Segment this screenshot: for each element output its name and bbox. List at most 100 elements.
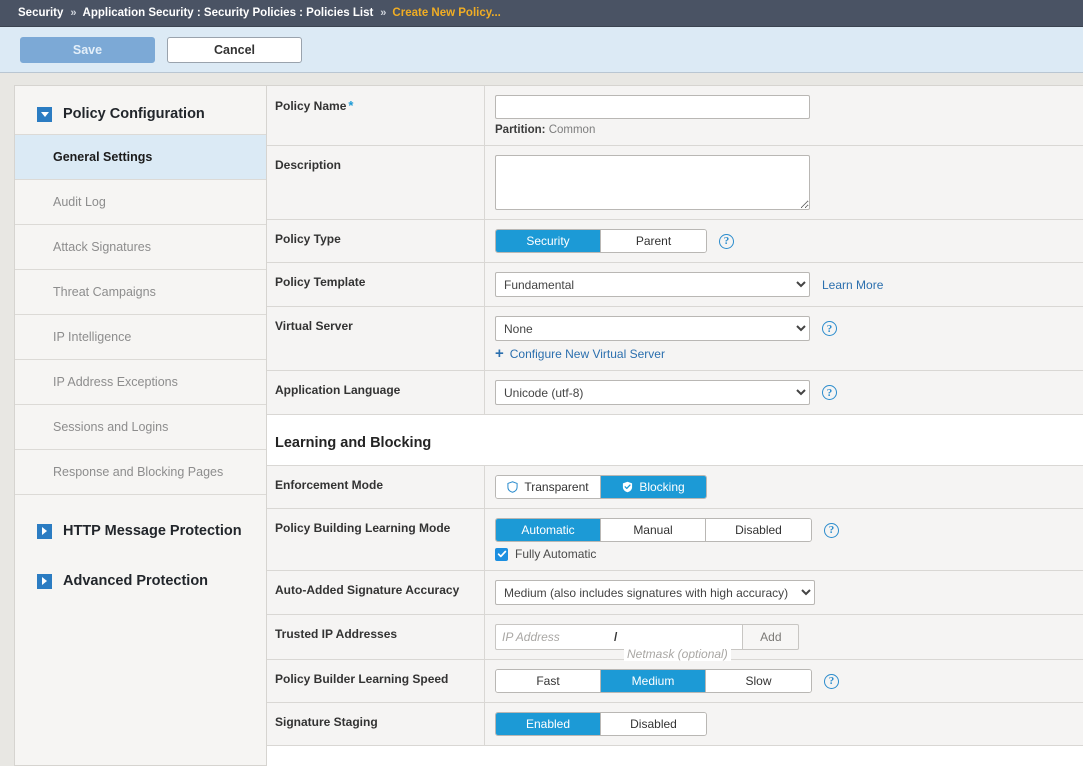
breadcrumb-item-policies-list[interactable]: Application Security : Security Policies… [83, 7, 374, 19]
netmask-input[interactable] [617, 625, 742, 649]
check-icon [497, 549, 507, 559]
sidebar-section-http-message-protection[interactable]: HTTP Message Protection [15, 517, 266, 545]
required-asterisk-icon: * [348, 98, 353, 113]
sidebar-section-policy-configuration[interactable]: Policy Configuration [15, 100, 266, 128]
help-icon[interactable]: ? [822, 321, 837, 336]
ip-fields-box: / Netmask (optional) [495, 624, 743, 650]
policy-type-option-security[interactable]: Security [496, 230, 601, 252]
fully-automatic-checkbox-row[interactable]: Fully Automatic [495, 547, 1083, 561]
signature-staging-label: Signature Staging [267, 703, 485, 745]
configure-new-virtual-server-link[interactable]: + Configure New Virtual Server [495, 346, 1083, 361]
virtual-server-field-cell: None ? + Configure New Virtual Server [485, 307, 1083, 370]
policy-template-select[interactable]: Fundamental [495, 272, 810, 297]
sidebar-item-threat-campaigns[interactable]: Threat Campaigns [15, 270, 266, 315]
label-text: Policy Name [275, 99, 346, 113]
help-icon[interactable]: ? [822, 385, 837, 400]
sidebar-section-label: Advanced Protection [63, 573, 208, 589]
sidebar-item-label: Audit Log [53, 195, 106, 209]
help-icon[interactable]: ? [719, 234, 734, 249]
partition-text: Partition: Common [495, 124, 1083, 136]
fully-automatic-checkbox[interactable] [495, 548, 508, 561]
policy-name-input[interactable] [495, 95, 810, 119]
form-row-auto-added-signature-accuracy: Auto-Added Signature Accuracy Medium (al… [267, 571, 1083, 615]
shield-outline-icon [507, 481, 518, 493]
help-icon[interactable]: ? [824, 523, 839, 538]
ip-address-input[interactable] [496, 625, 614, 649]
learn-more-link[interactable]: Learn More [822, 278, 883, 292]
learning-and-blocking-header: Learning and Blocking [267, 415, 1083, 466]
enforcement-mode-toggle: Transparent Blocking [495, 475, 707, 499]
breadcrumb-item-security[interactable]: Security [18, 7, 63, 19]
form-row-enforcement-mode: Enforcement Mode Transparent B [267, 466, 1083, 509]
policy-name-label: Policy Name* [267, 86, 485, 145]
form-row-trusted-ip-addresses: Trusted IP Addresses / Netmask (optional… [267, 615, 1083, 660]
sidebar-item-attack-signatures[interactable]: Attack Signatures [15, 225, 266, 270]
application-language-select[interactable]: Unicode (utf-8) [495, 380, 810, 405]
form-row-description: Description [267, 146, 1083, 220]
description-textarea[interactable] [495, 155, 810, 210]
breadcrumb-separator-icon: » [70, 7, 75, 19]
learning-mode-option-disabled[interactable]: Disabled [706, 519, 811, 541]
breadcrumb-item-create-new-policy: Create New Policy... [392, 7, 500, 19]
sidebar-section-label: HTTP Message Protection [63, 523, 242, 539]
enforcement-mode-option-transparent[interactable]: Transparent [496, 476, 601, 498]
general-settings-form: Policy Name* Partition: Common Descripti… [266, 85, 1083, 766]
cancel-button[interactable]: Cancel [167, 37, 302, 63]
policy-type-option-parent[interactable]: Parent [601, 230, 706, 252]
form-row-application-language: Application Language Unicode (utf-8) ? [267, 371, 1083, 415]
sidebar-item-ip-address-exceptions[interactable]: IP Address Exceptions [15, 360, 266, 405]
learning-speed-option-medium[interactable]: Medium [601, 670, 706, 692]
save-button[interactable]: Save [20, 37, 155, 63]
sidebar-section-advanced-protection[interactable]: Advanced Protection [15, 567, 266, 595]
signature-staging-field-cell: Enabled Disabled [485, 703, 1083, 745]
shield-check-icon [622, 481, 633, 493]
sidebar-item-label: Response and Blocking Pages [53, 465, 223, 479]
auto-added-signature-accuracy-select[interactable]: Medium (also includes signatures with hi… [495, 580, 815, 605]
enforcement-mode-option-label: Transparent [524, 480, 588, 494]
sidebar-item-sessions-and-logins[interactable]: Sessions and Logins [15, 405, 266, 450]
plus-icon: + [495, 346, 504, 361]
sidebar-section-label: Policy Configuration [63, 106, 205, 122]
learning-speed-option-slow[interactable]: Slow [706, 670, 811, 692]
form-row-policy-building-learning-mode: Policy Building Learning Mode Automatic … [267, 509, 1083, 571]
learning-mode-option-automatic[interactable]: Automatic [496, 519, 601, 541]
form-row-policy-type: Policy Type Security Parent ? [267, 220, 1083, 263]
auto-added-signature-accuracy-label: Auto-Added Signature Accuracy [267, 571, 485, 614]
sidebar-item-general-settings[interactable]: General Settings [15, 135, 266, 180]
sidebar-item-label: IP Address Exceptions [53, 375, 178, 389]
policy-building-learning-mode-label: Policy Building Learning Mode [267, 509, 485, 570]
policy-type-field-cell: Security Parent ? [485, 220, 1083, 262]
policy-type-label: Policy Type [267, 220, 485, 262]
sidebar-item-audit-log[interactable]: Audit Log [15, 180, 266, 225]
signature-staging-option-enabled[interactable]: Enabled [496, 713, 601, 735]
virtual-server-label: Virtual Server [267, 307, 485, 370]
signature-staging-option-disabled[interactable]: Disabled [601, 713, 706, 735]
sidebar-spacer [15, 545, 266, 567]
form-row-policy-name: Policy Name* Partition: Common [267, 86, 1083, 146]
sidebar-item-label: Attack Signatures [53, 240, 151, 254]
policy-template-label: Policy Template [267, 263, 485, 306]
help-icon[interactable]: ? [824, 674, 839, 689]
auto-added-signature-accuracy-field-cell: Medium (also includes signatures with hi… [485, 571, 1083, 614]
sidebar-item-ip-intelligence[interactable]: IP Intelligence [15, 315, 266, 360]
add-trusted-ip-button[interactable]: Add [743, 624, 799, 650]
policy-builder-learning-speed-field-cell: Fast Medium Slow ? [485, 660, 1083, 702]
learning-mode-option-manual[interactable]: Manual [601, 519, 706, 541]
description-label: Description [267, 146, 485, 219]
trusted-ip-addresses-label: Trusted IP Addresses [267, 615, 485, 659]
sidebar-item-label: IP Intelligence [53, 330, 131, 344]
policy-building-learning-mode-field-cell: Automatic Manual Disabled ? Fully Automa… [485, 509, 1083, 570]
breadcrumb: Security » Application Security : Securi… [0, 0, 1083, 27]
learning-speed-option-fast[interactable]: Fast [496, 670, 601, 692]
sidebar-item-response-and-blocking-pages[interactable]: Response and Blocking Pages [15, 450, 266, 495]
form-row-policy-builder-learning-speed: Policy Builder Learning Speed Fast Mediu… [267, 660, 1083, 703]
policy-type-toggle: Security Parent [495, 229, 707, 253]
enforcement-mode-label: Enforcement Mode [267, 466, 485, 508]
breadcrumb-separator-icon: » [380, 7, 385, 19]
enforcement-mode-option-blocking[interactable]: Blocking [601, 476, 706, 498]
sidebar: Policy Configuration General Settings Au… [14, 85, 266, 766]
action-toolbar: Save Cancel [0, 27, 1083, 73]
virtual-server-select[interactable]: None [495, 316, 810, 341]
enforcement-mode-field-cell: Transparent Blocking [485, 466, 1083, 508]
policy-building-learning-mode-toggle: Automatic Manual Disabled [495, 518, 812, 542]
